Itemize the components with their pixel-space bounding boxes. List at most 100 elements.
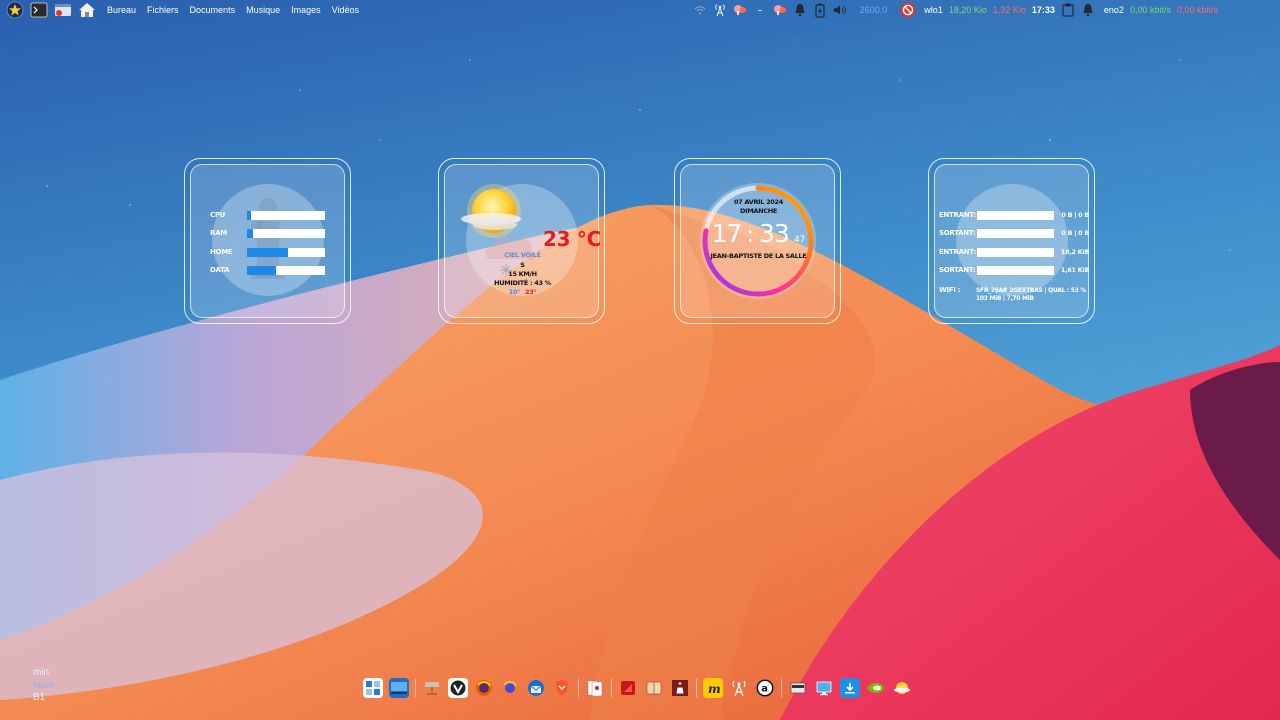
red-game-icon[interactable] — [618, 678, 638, 698]
saint-of-the-day: JEAN-BAPTISTE DE LA SALLE — [710, 252, 807, 260]
download-icon[interactable] — [840, 678, 860, 698]
show-desktop-icon[interactable] — [389, 678, 409, 698]
caps-lock-indicator: min — [33, 667, 50, 678]
menu-fichiers[interactable]: Fichiers — [147, 5, 179, 15]
clipboard-icon[interactable] — [1061, 3, 1075, 17]
clock-widget: 07 AVRIL 2024 DIMANCHE 17 : 33 47 JEAN-B… — [674, 158, 841, 324]
remote-desktop-icon[interactable] — [814, 678, 834, 698]
dock-separator — [415, 679, 416, 697]
humidity: HUMIDITÉ : 43 % — [494, 279, 551, 287]
cpu-label: CPU — [210, 211, 226, 219]
firefox-icon[interactable] — [500, 678, 520, 698]
net-row-wifi-in: ENTRANT: 18,2 KiB — [939, 246, 1089, 258]
num-lock-indicator: Num — [33, 679, 55, 691]
data-usage-bar — [247, 265, 325, 275]
weather-app-icon[interactable] — [892, 678, 912, 698]
notification-bell-icon[interactable] — [793, 3, 807, 17]
clock-hours: 17 — [711, 219, 743, 248]
data-row: DATA — [210, 264, 330, 276]
terminal-icon[interactable] — [30, 1, 48, 19]
radio-tower-icon[interactable] — [729, 678, 749, 698]
package-manager-icon[interactable] — [422, 678, 442, 698]
network-monitor-widget: ENTRANT: 0 B | 0 B SORTANT: 0 B | 0 B EN… — [928, 158, 1095, 324]
temp-min: 10° — [508, 288, 521, 296]
home-folder-icon[interactable] — [78, 1, 96, 19]
ram-row: RAM — [210, 227, 330, 239]
panel-clock[interactable]: 17:33 — [1032, 5, 1055, 15]
eno2-iface-label: eno2 — [1103, 5, 1124, 15]
data-label: DATA — [210, 266, 230, 274]
net-row-bar — [976, 247, 1054, 257]
keyboard-layout-indicator: B1 — [33, 692, 46, 703]
do-not-disturb-icon[interactable] — [900, 2, 916, 18]
volume-icon[interactable] — [833, 3, 847, 17]
cpu-frequency: 2600,0 — [859, 5, 888, 15]
battery-charging-icon[interactable] — [813, 3, 827, 18]
clock-seconds: 47 — [793, 235, 806, 245]
clock-minutes: 33 — [759, 219, 790, 248]
wlo1-download-rate: 18,20 Kio — [948, 5, 987, 15]
eno2-download-rate: 0,00 kbit/s — [1129, 5, 1171, 15]
weather-condition: CIEL VOILÉ — [504, 251, 541, 259]
current-temperature: 23 °C — [543, 227, 601, 251]
widget-disc — [956, 184, 1068, 296]
clock-weekday: DIMANCHE — [739, 207, 777, 215]
mushroom-app-icon[interactable] — [733, 3, 747, 17]
net-row-eth-out: SORTANT: 0 B | 0 B — [939, 227, 1089, 239]
net-row-label: ENTRANT: — [939, 211, 976, 219]
firefox-esr-icon[interactable] — [474, 678, 494, 698]
chess-icon[interactable] — [670, 678, 690, 698]
temp-max: 23° — [524, 288, 537, 296]
file-manager-icon[interactable] — [54, 1, 72, 19]
clock-time: 17 : 33 47 — [675, 219, 842, 248]
home-label: HOME — [210, 248, 233, 256]
ram-usage-bar — [247, 228, 325, 238]
menu-musique[interactable]: Musique — [246, 5, 280, 15]
net-row-bar — [976, 265, 1054, 275]
thunderbird-icon[interactable] — [526, 678, 546, 698]
menu-images[interactable]: Images — [291, 5, 321, 15]
menu-videos[interactable]: Vidéos — [332, 5, 359, 15]
net-row-bar — [976, 228, 1055, 238]
data-usage-fill — [247, 265, 276, 275]
dock-separator — [781, 679, 782, 697]
wlo1-iface-label: wlo1 — [924, 5, 943, 15]
mahjong-icon[interactable] — [644, 678, 664, 698]
mushroom-alt-icon[interactable] — [773, 3, 787, 17]
brave-icon[interactable] — [552, 678, 572, 698]
menu-bureau[interactable]: Bureau — [107, 5, 136, 15]
radio-tower-tray-icon[interactable] — [713, 3, 727, 17]
home-usage-fill — [247, 247, 289, 257]
dash-indicator-icon — [753, 3, 767, 17]
svg-text:a: a — [761, 684, 768, 695]
solitaire-game-icon[interactable] — [585, 678, 605, 698]
wind-speed: 15 KM/H — [508, 270, 537, 278]
ram-label: RAM — [210, 229, 227, 237]
clock-separator: : — [746, 223, 754, 248]
system-tray: 2600,0 wlo1 18,20 Kio 1,32 Kio 17:33 eno… — [690, 0, 1280, 20]
nvidia-icon[interactable] — [866, 678, 886, 698]
net-row-value: 1,61 KiB — [1060, 266, 1089, 274]
desktop-wallpaper — [0, 0, 1280, 720]
net-row-label: ENTRANT: — [939, 248, 976, 256]
wifi-icon[interactable] — [693, 3, 707, 17]
menu-documents[interactable]: Documents — [190, 5, 236, 15]
net-row-value: 0 B | 0 B — [1061, 229, 1089, 237]
net-row-eth-in: ENTRANT: 0 B | 0 B — [939, 209, 1089, 221]
dock-separator — [578, 679, 579, 697]
wifi-traffic-total: 103 MiB | 7,70 MiB — [976, 295, 1034, 302]
start-menu-star-icon[interactable] — [6, 1, 24, 19]
scanner-icon[interactable] — [788, 678, 808, 698]
home-row: HOME — [210, 246, 330, 258]
temp-range: 10° 23° — [439, 288, 606, 296]
net-row-bar — [976, 210, 1055, 220]
m-app-icon[interactable]: m — [703, 678, 723, 698]
eno2-upload-rate: 0,00 kbit/s — [1176, 5, 1218, 15]
clock-date: 07 AVRIL 2024 — [734, 198, 783, 206]
cpu-usage-fill — [247, 210, 251, 220]
amazon-icon[interactable]: a — [755, 678, 775, 698]
notification-bell-2-icon[interactable] — [1081, 3, 1095, 17]
workspace-switcher-icon[interactable] — [363, 678, 383, 698]
dock-separator — [611, 679, 612, 697]
vivaldi-icon[interactable] — [448, 678, 468, 698]
